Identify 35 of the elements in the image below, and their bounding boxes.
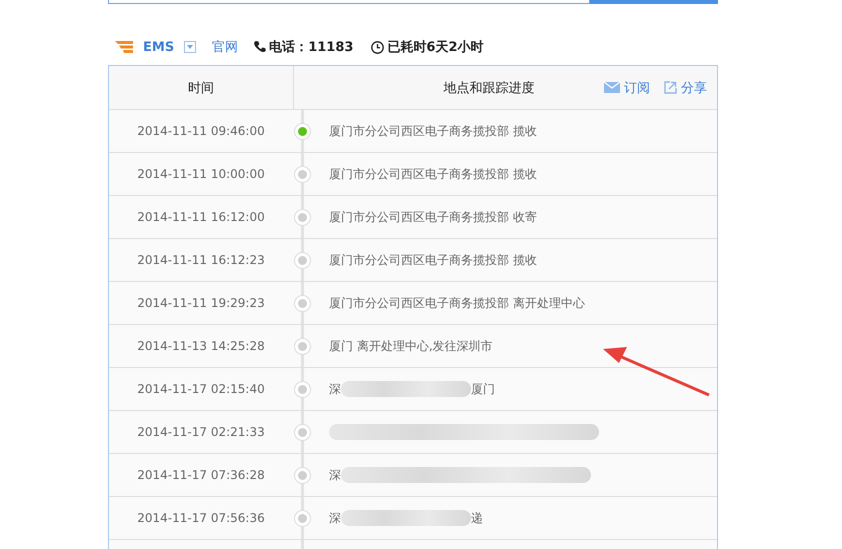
time-cell-text: 2014-11-11 10:00:00 [136,167,266,181]
time-cell-text: 2014-11-17 02:21:33 [136,425,266,439]
time-cell-text: 2014-11-17 07:56:36 [136,511,266,525]
time-cell-text: 2014-11-13 14:25:28 [136,339,266,353]
website-link[interactable]: 官网 [212,38,238,56]
column-header: 时间 [188,80,214,96]
phone-icon [254,41,266,53]
location-text: 深 [329,466,341,484]
location-text: 厦门市分公司西区电子商务揽投部 揽收 [329,252,537,268]
time-cell-text: 2014-11-17 07:36:28 [136,468,266,482]
elapsed-time: 已耗时6天2小时 [387,39,484,56]
carrier-logo-icon [115,41,133,53]
location-text: 递 [471,510,483,526]
location-text: 厦门 [471,380,495,398]
location-text: 厦门市分公司西区电子商务揽投部 揽收 [329,122,537,140]
carrier-name: EMS [143,40,174,54]
time-cell-text: 2014-11-11 16:12:23 [136,253,266,267]
location-text: 厦门市分公司西区电子商务揽投部 收寄 [329,208,537,226]
column-header: 地点和跟踪进度 [442,80,536,96]
time-cell-text: 2014-11-11 19:29:23 [136,296,266,310]
location-text: 深 [329,510,341,526]
time-cell-text: 2014-11-11 09:46:00 [136,124,266,138]
location-text: 厦门市分公司西区电子商务揽投部 揽收 [329,166,537,182]
location-text: 厦门市分公司西区电子商务揽投部 离开处理中心 [329,294,585,312]
phone-number: 电话：11183 [269,39,354,56]
time-cell-text: 2014-11-11 16:12:00 [136,210,266,224]
location-text: 深 [329,380,341,398]
location-text: 厦门 离开处理中心,发往深圳市 [329,338,493,354]
share-link[interactable]: 分享 [664,78,707,96]
clock-icon [371,40,384,54]
time-cell-text: 2014-11-17 02:15:40 [136,382,266,396]
envelope-icon [604,82,620,93]
share-icon [664,81,677,94]
dropdown-caret-icon[interactable] [184,41,196,53]
subscribe-link[interactable]: 订阅 [604,78,650,96]
